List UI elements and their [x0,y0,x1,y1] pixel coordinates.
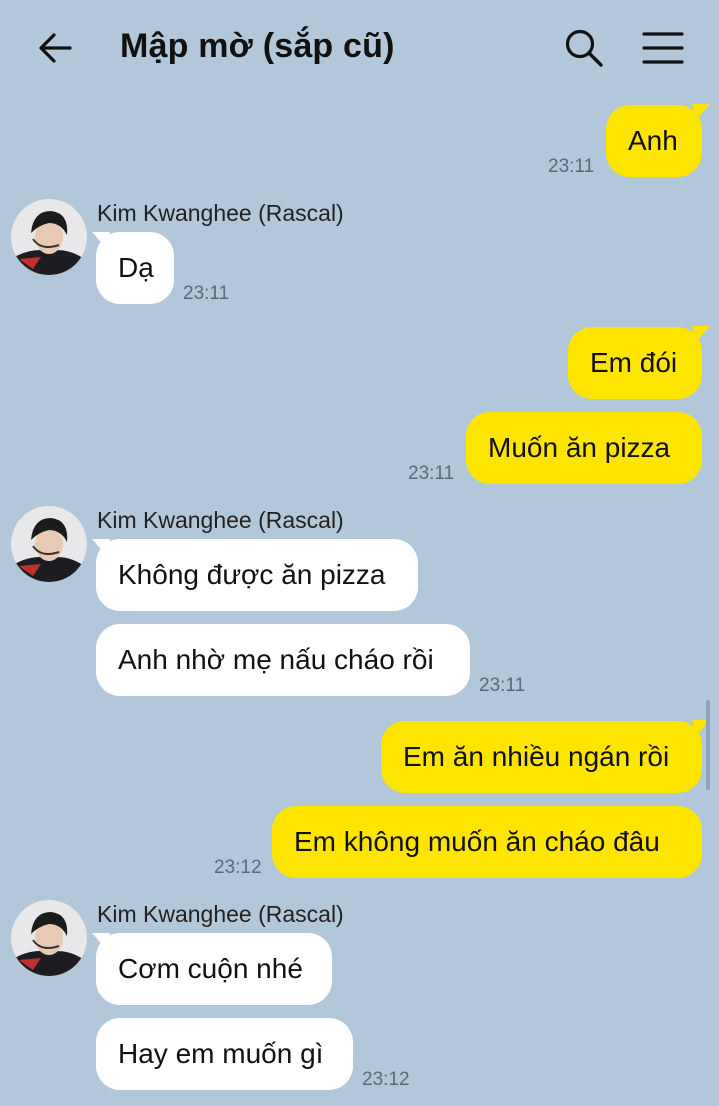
bubble-tail-icon [692,104,710,120]
avatar[interactable] [11,199,87,275]
message-time: 23:11 [408,463,455,484]
back-button[interactable] [36,28,76,68]
sender-name: Kim Kwanghee (Rascal) [97,507,344,533]
outgoing-message[interactable]: Em ăn nhiều ngán rồi [381,721,702,793]
message-time: 23:12 [214,857,262,878]
hamburger-menu-icon [642,32,684,64]
avatar[interactable] [11,900,87,976]
avatar[interactable] [11,506,87,582]
bubble-tail-icon [692,326,710,342]
message-time: 23:11 [183,283,230,304]
sender-name: Kim Kwanghee (Rascal) [97,901,344,927]
message-time: 23:11 [479,675,526,696]
message-time: 23:12 [362,1069,410,1090]
chat-header: Mập mờ (sắp cũ) [0,0,719,96]
incoming-message[interactable]: Hay em muốn gì [96,1018,353,1090]
search-icon [565,29,603,67]
scrollbar[interactable] [706,700,710,790]
incoming-message[interactable]: Cơm cuộn nhé [96,933,332,1005]
menu-button[interactable] [640,28,686,68]
message-time: 23:11 [548,156,595,177]
incoming-message[interactable]: Không được ăn pizza [96,539,418,611]
incoming-message[interactable]: Dạ [96,232,174,304]
sender-name: Kim Kwanghee (Rascal) [97,200,344,226]
outgoing-message[interactable]: Anh [606,105,702,177]
chat-title: Mập mờ (sắp cũ) [120,27,395,65]
outgoing-message[interactable]: Em không muốn ăn cháo đâu [272,806,702,878]
incoming-message[interactable]: Anh nhờ mẹ nấu cháo rồi [96,624,470,696]
arrow-left-icon [39,33,72,63]
search-button[interactable] [562,26,606,70]
outgoing-message[interactable]: Em đói [568,327,702,399]
outgoing-message[interactable]: Muốn ăn pizza [466,412,702,484]
